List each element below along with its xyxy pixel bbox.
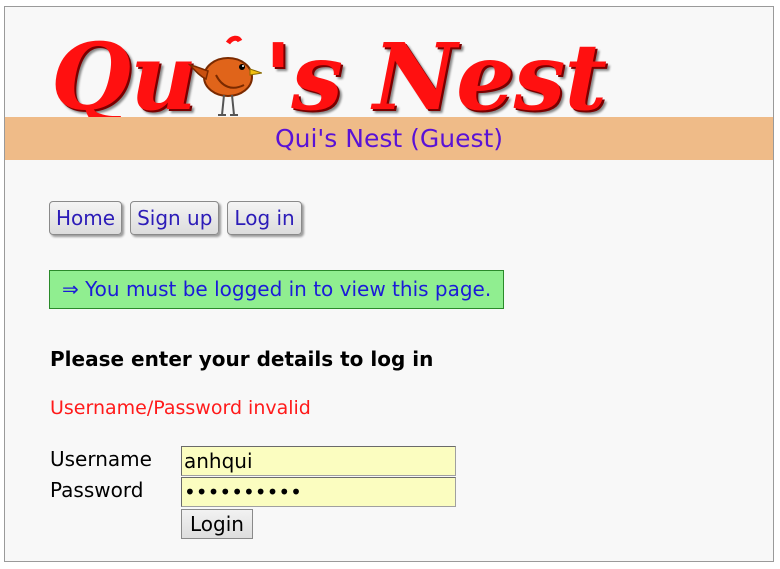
site-logo[interactable]: Qu 's Nest	[51, 15, 607, 131]
login-submit-button[interactable]: Login	[181, 509, 253, 539]
username-field[interactable]	[181, 446, 456, 476]
site-banner: Qui's Nest (Guest)	[5, 117, 773, 160]
main-nav: Home Sign up Log in	[49, 201, 302, 235]
login-error-message: Username/Password invalid	[50, 397, 311, 419]
login-required-notice: ⇒ You must be logged in to view this pag…	[49, 270, 505, 309]
logo-text-start: Qu	[51, 23, 197, 131]
banner-title: Qui's Nest (Guest)	[274, 124, 504, 153]
robin-bird-icon	[188, 35, 263, 116]
login-heading: Please enter your details to log in	[50, 347, 434, 371]
username-label: Username	[50, 447, 152, 471]
nav-home-button[interactable]: Home	[49, 201, 123, 235]
logo-text-end: 's Nest	[264, 23, 607, 131]
page-frame: Qu 's Nest Qui's Nest (Guest) Home Sign …	[4, 6, 774, 562]
password-field[interactable]	[181, 477, 456, 507]
password-label: Password	[50, 478, 144, 502]
nav-login-button[interactable]: Log in	[227, 201, 302, 235]
nav-signup-button[interactable]: Sign up	[130, 201, 220, 235]
